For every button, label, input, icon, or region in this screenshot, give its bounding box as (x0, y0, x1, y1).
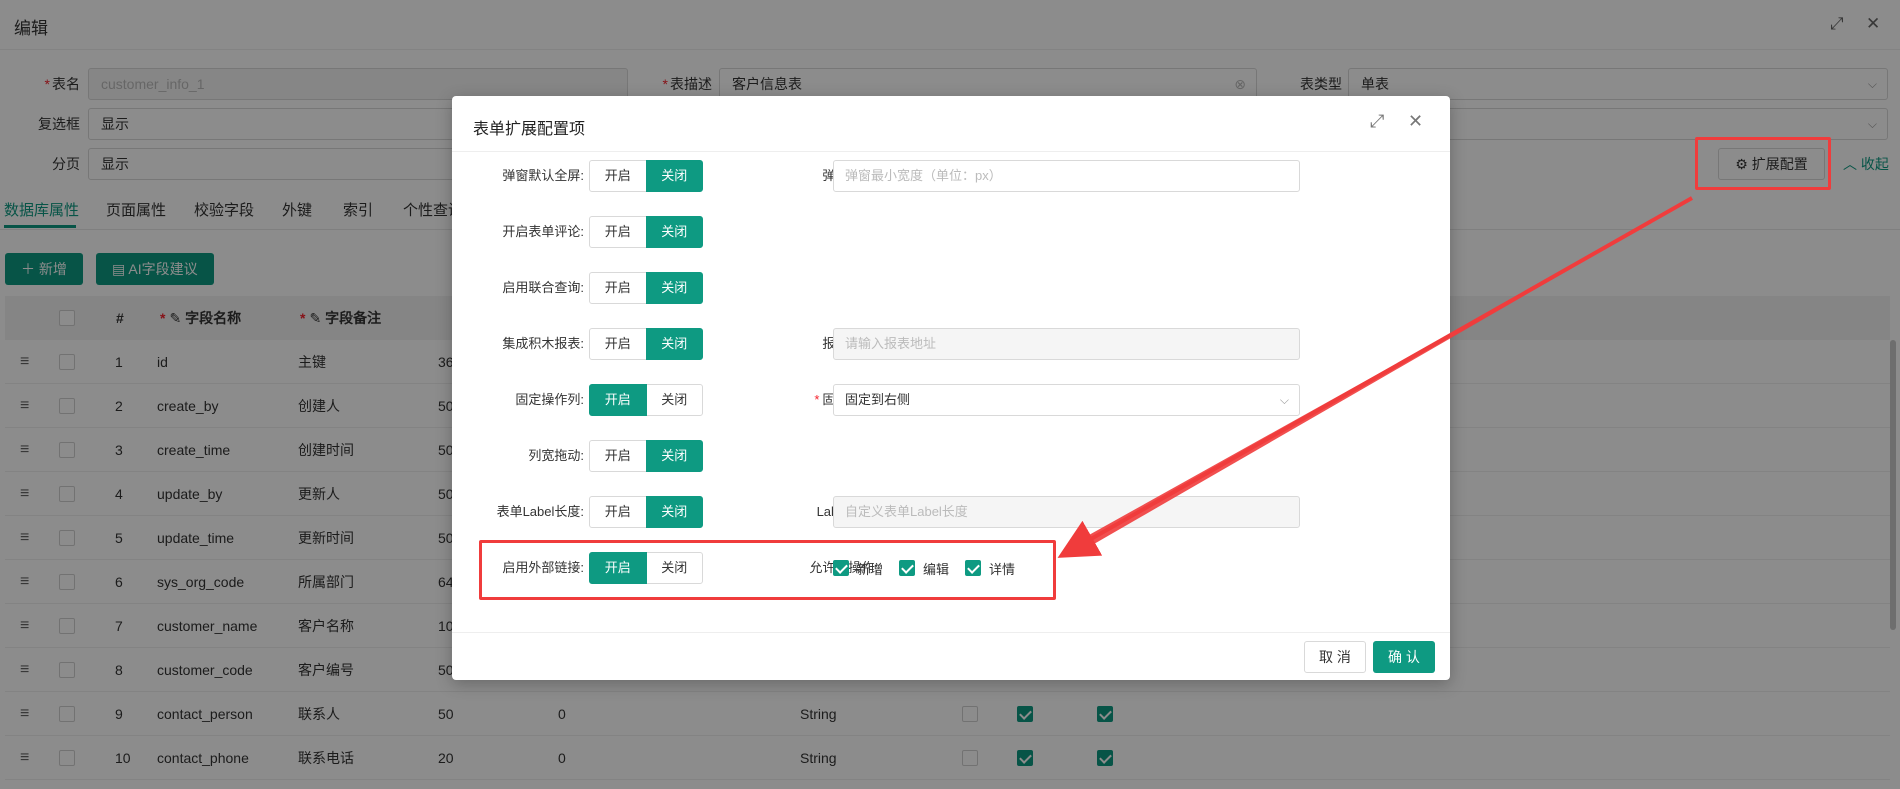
on-button[interactable]: 开启 (589, 384, 647, 416)
off-button[interactable]: 关闭 (645, 160, 703, 192)
off-button[interactable]: 关闭 (645, 328, 703, 360)
annotation-arrow (1057, 196, 1693, 558)
on-button[interactable]: 开启 (589, 552, 647, 584)
off-button[interactable]: 关闭 (645, 440, 703, 472)
off-button[interactable]: 关闭 (645, 496, 703, 528)
off-button[interactable]: 关闭 (645, 272, 703, 304)
off-button[interactable]: 关闭 (645, 216, 703, 248)
